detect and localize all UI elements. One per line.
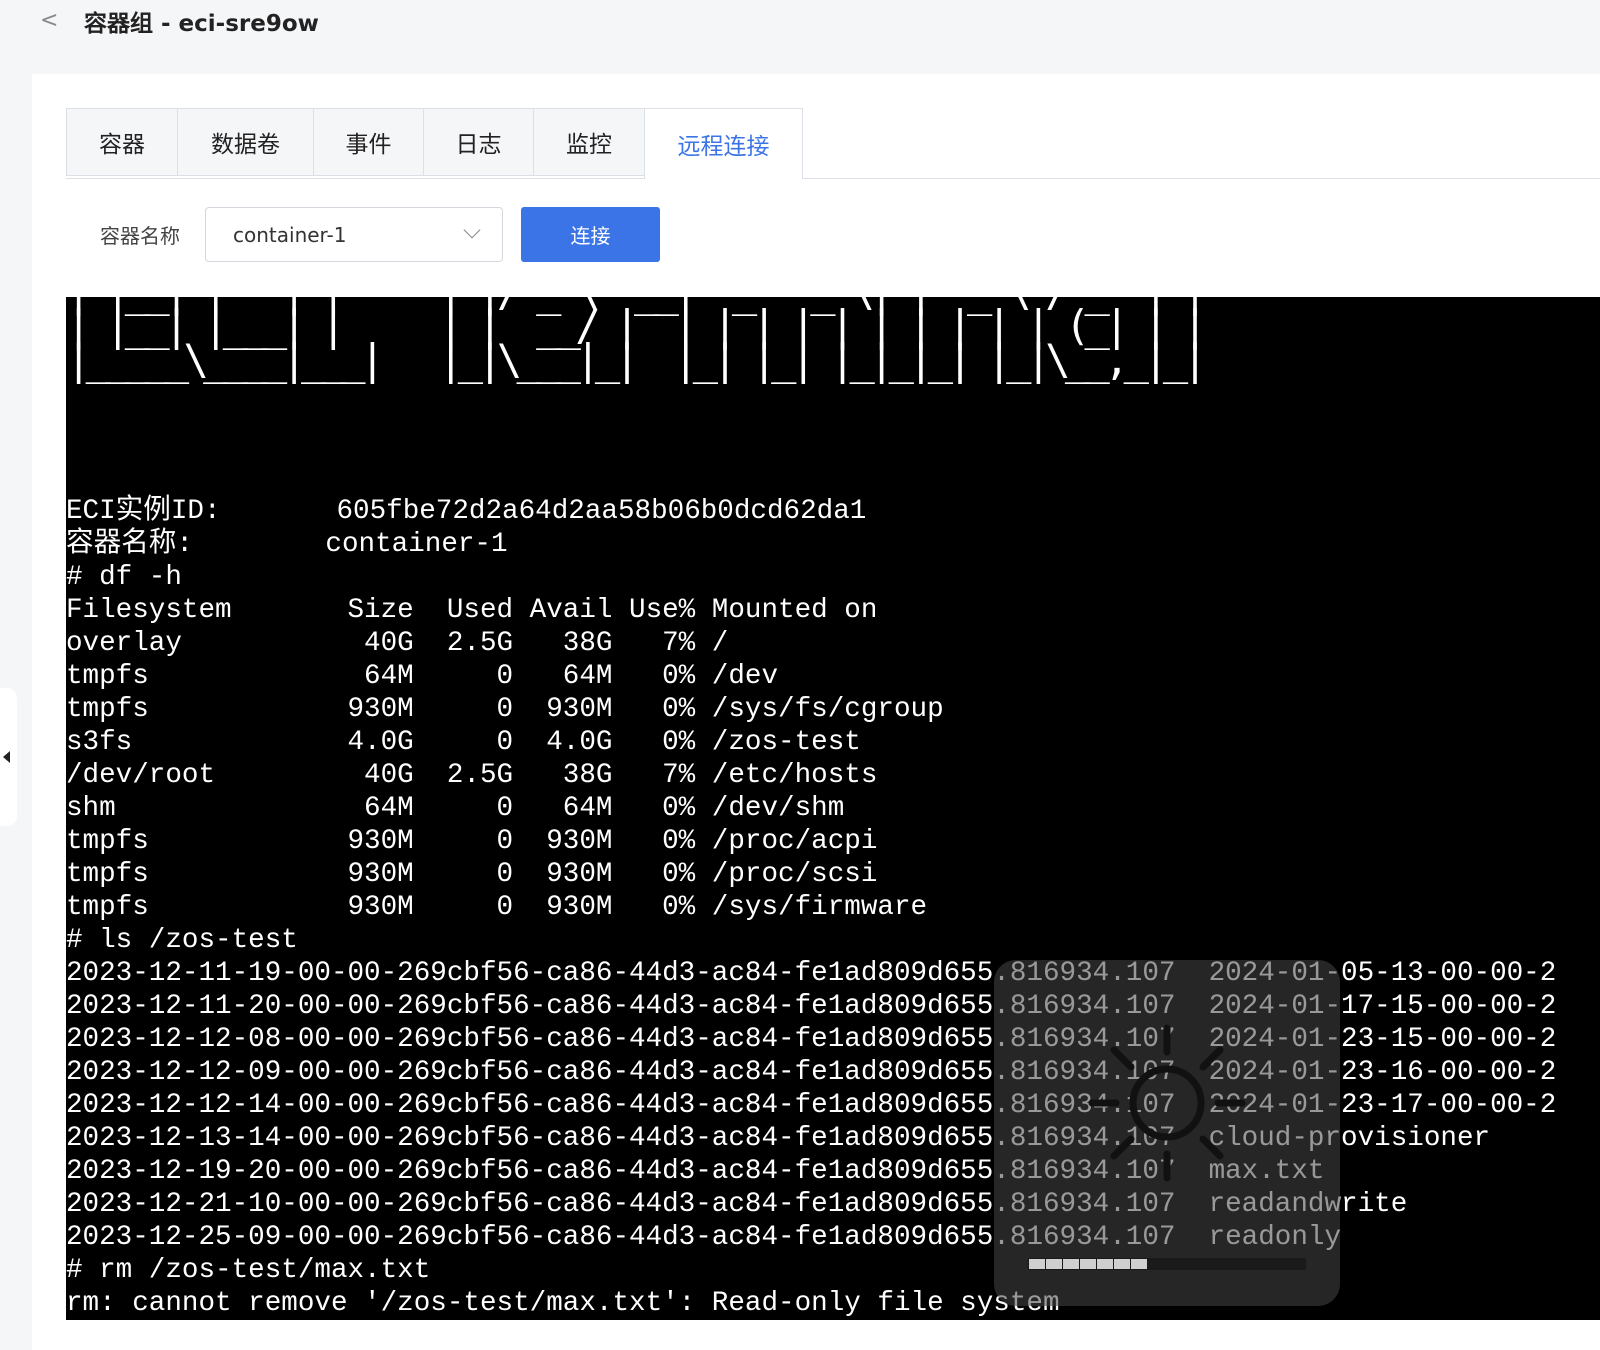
brightness-level-bar bbox=[1028, 1258, 1306, 1270]
brightness-segment bbox=[1029, 1259, 1045, 1269]
tab-remote-connection[interactable]: 远程连接 bbox=[644, 108, 803, 179]
terminal-line: ECI实例ID: 605fbe72d2a64d2aa58b06b0dcd62da… bbox=[66, 496, 867, 527]
tab-logs[interactable]: 日志 bbox=[423, 108, 533, 176]
terminal-line: tmpfs 930M 0 930M 0% /sys/fs/cgroup bbox=[66, 694, 944, 725]
side-panel-toggle[interactable] bbox=[0, 688, 17, 826]
brightness-segment bbox=[1080, 1259, 1096, 1269]
terminal[interactable]: | |__| | | | | |/ _ \ '__| '_ ` _ \| | '… bbox=[66, 297, 1600, 1320]
chevron-down-icon bbox=[463, 221, 481, 239]
terminal-line: # df -h bbox=[66, 562, 182, 593]
terminal-line: 容器名称: container-1 bbox=[66, 529, 508, 560]
tab-monitoring[interactable]: 监控 bbox=[533, 108, 644, 176]
tab-divider bbox=[66, 178, 1600, 179]
page-title: 容器组 - eci-sre9ow bbox=[84, 11, 319, 37]
terminal-line: tmpfs 930M 0 930M 0% /proc/scsi bbox=[66, 859, 878, 890]
terminal-line: s3fs 4.0G 0 4.0G 0% /zos-test bbox=[66, 727, 861, 758]
brightness-segment bbox=[1233, 1259, 1249, 1269]
brightness-segment bbox=[1114, 1259, 1130, 1269]
brightness-segment bbox=[1046, 1259, 1062, 1269]
brightness-segment bbox=[1182, 1259, 1198, 1269]
tab-volumes[interactable]: 数据卷 bbox=[177, 108, 313, 176]
brightness-segment bbox=[1250, 1259, 1266, 1269]
brightness-segment bbox=[1097, 1259, 1113, 1269]
terminal-line: tmpfs 64M 0 64M 0% /dev bbox=[66, 661, 779, 692]
brightness-segment bbox=[1131, 1259, 1147, 1269]
container-select-value: container-1 bbox=[233, 222, 347, 247]
brightness-sun-icon bbox=[1088, 1024, 1246, 1182]
caret-left-icon bbox=[3, 751, 10, 763]
brightness-segment bbox=[1267, 1259, 1283, 1269]
brightness-overlay bbox=[994, 960, 1340, 1306]
terminal-line: # ls /zos-test bbox=[66, 925, 298, 956]
banner-line: |_____\____|___| |_|\___|_| |_| |_| |_|_… bbox=[66, 335, 1208, 384]
brightness-segment bbox=[1284, 1259, 1300, 1269]
terminal-line: overlay 40G 2.5G 38G 7% / bbox=[66, 628, 729, 659]
brightness-segment bbox=[1063, 1259, 1079, 1269]
container-name-label: 容器名称 bbox=[100, 224, 180, 248]
brightness-segment bbox=[1165, 1259, 1181, 1269]
back-arrow-icon[interactable]: < bbox=[40, 8, 58, 33]
brightness-segment bbox=[1148, 1259, 1164, 1269]
terminal-line: shm 64M 0 64M 0% /dev/shm bbox=[66, 793, 845, 824]
page-header: < 容器组 - eci-sre9ow bbox=[0, 0, 1600, 60]
terminal-line: tmpfs 930M 0 930M 0% /proc/acpi bbox=[66, 826, 878, 857]
container-select[interactable]: container-1 bbox=[205, 207, 503, 262]
brightness-segment bbox=[1216, 1259, 1232, 1269]
tab-bar: 容器 数据卷 事件 日志 监控 远程连接 bbox=[66, 108, 803, 179]
terminal-line: Filesystem Size Used Avail Use% Mounted … bbox=[66, 595, 878, 626]
tab-events[interactable]: 事件 bbox=[313, 108, 423, 176]
terminal-line: tmpfs 930M 0 930M 0% /sys/firmware bbox=[66, 892, 928, 923]
brightness-segment bbox=[1199, 1259, 1215, 1269]
terminal-line: /dev/root 40G 2.5G 38G 7% /etc/hosts bbox=[66, 760, 878, 791]
terminal-banner: | |__| | | | | |/ _ \ '__| '_ ` _ \| | '… bbox=[66, 297, 1208, 384]
tab-containers[interactable]: 容器 bbox=[66, 108, 177, 176]
connect-button[interactable]: 连接 bbox=[521, 207, 660, 262]
